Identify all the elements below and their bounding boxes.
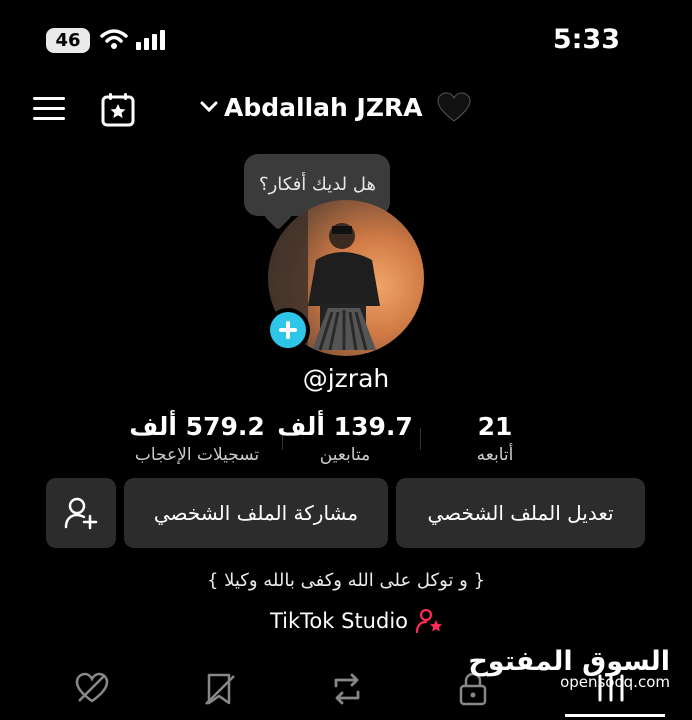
active-tab-indicator [565,714,665,717]
reposts-tab-icon[interactable] [330,672,364,706]
cellular-signal-icon [136,30,165,50]
following-count: 21 [477,412,513,441]
favorites-tab-icon[interactable] [204,672,236,706]
stat-following[interactable]: 21 أتابعه [410,412,580,465]
add-friend-button[interactable] [46,478,116,548]
stat-followers[interactable]: 139.7 ألف متابعين [260,412,430,465]
followers-label: متابعين [319,445,371,465]
clock: 5:33 [552,24,620,55]
edit-profile-button[interactable]: تعديل الملف الشخصي [396,478,645,548]
account-switcher[interactable]: Abdallah JZRA [200,92,471,122]
likes-label: تسجيلات الإعجاب [134,445,260,465]
calendar-star-icon[interactable] [100,92,136,128]
menu-icon[interactable] [33,96,65,122]
followers-count: 139.7 ألف [277,412,413,441]
bio-text: { و توكل على الله وكفى بالله وكيلا } [206,570,486,591]
add-story-button[interactable] [266,308,310,352]
add-user-icon [64,497,98,530]
opensooq-watermark: السوق المفتوح opensooq.com [468,646,670,691]
following-label: أتابعه [476,445,514,465]
black-heart-icon [437,92,471,122]
liked-videos-tab-icon[interactable] [74,672,110,704]
share-profile-button[interactable]: مشاركة الملف الشخصي [124,478,388,548]
username: @jzrah [302,364,390,393]
likes-count: 579.2 ألف [129,412,265,441]
tiktok-studio-label: TikTok Studio [270,609,409,633]
creator-star-icon [416,608,443,634]
account-name: Abdallah JZRA [224,92,423,122]
tiktok-studio-link[interactable]: TikTok Studio [270,608,444,634]
stat-likes[interactable]: 579.2 ألف تسجيلات الإعجاب [112,412,282,465]
chevron-down-icon [200,101,218,113]
battery-indicator: 46 [46,28,90,53]
top-bar: Abdallah JZRA [0,88,692,134]
plus-icon [279,321,297,339]
wifi-icon [100,29,128,49]
ideas-bubble-text: هل لديك أفكار؟ [259,174,376,195]
status-bar: 46 5:33 [0,0,692,80]
